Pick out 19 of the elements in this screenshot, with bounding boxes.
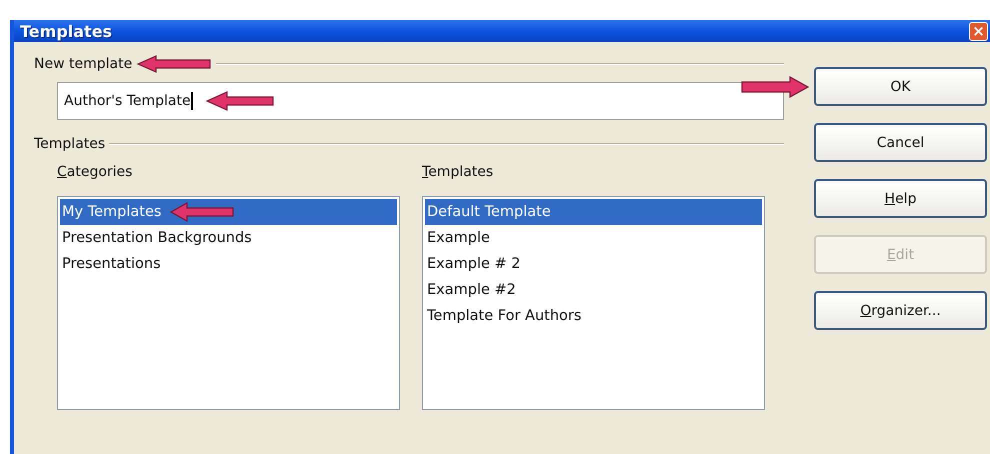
- dialog-button[interactable]: Organizer...: [814, 291, 987, 330]
- list-item[interactable]: My Templates: [60, 199, 397, 225]
- close-button[interactable]: ×: [969, 22, 988, 40]
- list-item[interactable]: Example # 2: [425, 251, 762, 277]
- window-title: Templates: [20, 22, 112, 40]
- list-label: Templates: [422, 164, 494, 182]
- template-name-field[interactable]: Author's Template: [57, 82, 784, 120]
- dialog-button[interactable]: Help: [814, 179, 987, 218]
- list-item[interactable]: Presentations: [60, 251, 397, 277]
- list-item[interactable]: Presentation Backgrounds: [60, 225, 397, 251]
- list-item[interactable]: Template For Authors: [425, 303, 762, 329]
- list-item[interactable]: Default Template: [425, 199, 762, 225]
- dialog-button[interactable]: Cancel: [814, 123, 987, 162]
- list-label: Categories: [57, 164, 134, 182]
- group-label: New template: [34, 56, 132, 72]
- group-label: Templates: [34, 136, 106, 152]
- dialog-button[interactable]: OK: [814, 67, 987, 106]
- list-item[interactable]: Example #2: [425, 277, 762, 303]
- list-item[interactable]: Example: [425, 225, 762, 251]
